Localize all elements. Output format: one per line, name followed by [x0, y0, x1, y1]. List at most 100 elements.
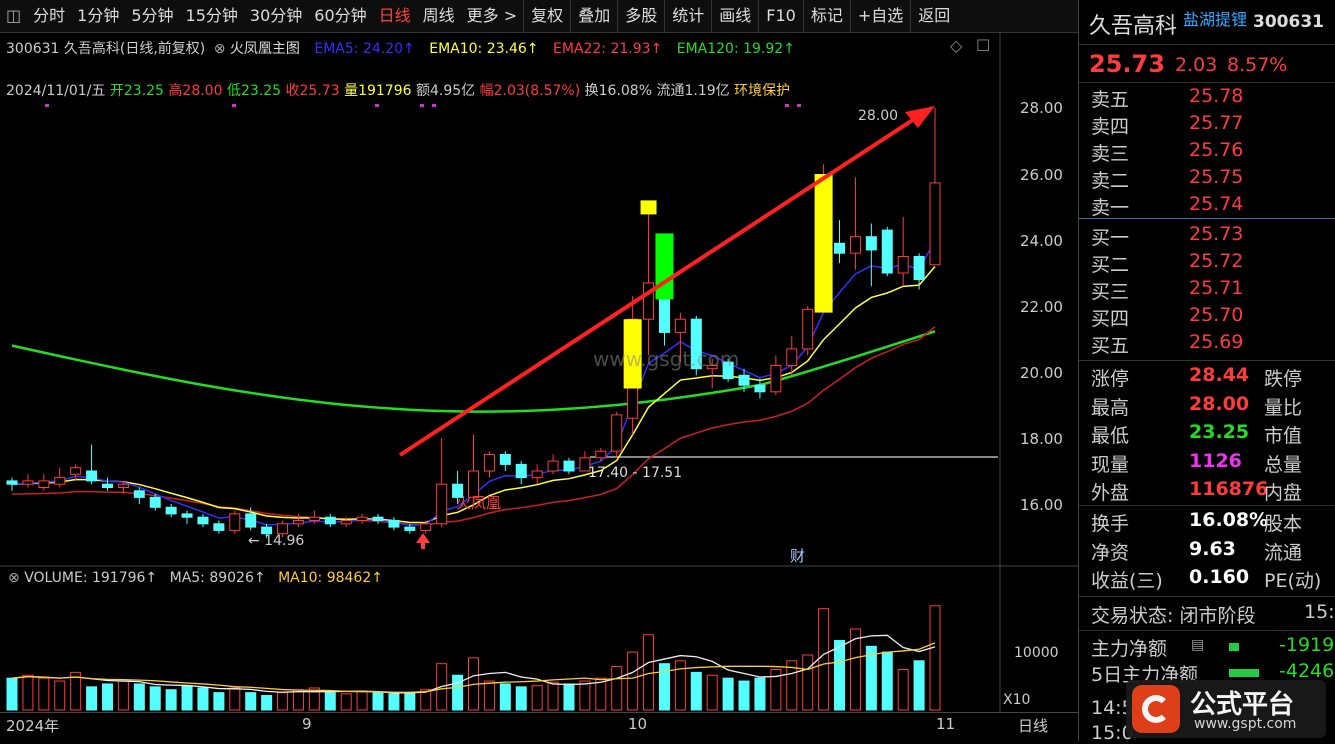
- volume-scale-label: X10: [1003, 692, 1031, 708]
- brand-url: www.gspt.com: [1194, 716, 1297, 732]
- candle-body: [86, 470, 98, 482]
- ask-row[interactable]: 卖二 25.75: [1079, 166, 1335, 193]
- kline-chart[interactable]: [0, 0, 1078, 741]
- finance-marker[interactable]: 财: [790, 545, 805, 566]
- volume-bar: [340, 693, 352, 711]
- volume-bar: [547, 681, 559, 711]
- candle-body: [165, 506, 177, 515]
- ma5-label: MA5: 89026↑: [169, 570, 266, 586]
- order-label: 卖一: [1091, 197, 1130, 219]
- trade-state: 交易状态: 闭市阶段: [1091, 605, 1256, 627]
- order-price: 25.71: [1189, 277, 1244, 299]
- volume-bar: [881, 651, 893, 711]
- order-label: 卖二: [1091, 170, 1130, 192]
- candle-body: [786, 348, 798, 366]
- site-watermark: www.gsgt.com: [593, 347, 740, 371]
- x-label-sep: 9: [302, 715, 312, 733]
- candle-body: [674, 318, 686, 333]
- order-price: 25.73: [1189, 223, 1244, 245]
- candle-body: [22, 480, 34, 485]
- order-label: 买三: [1091, 281, 1130, 303]
- candle-body: [372, 516, 384, 522]
- ema120-line: [11, 330, 936, 413]
- ask-row[interactable]: 卖三 25.76: [1079, 139, 1335, 166]
- order-price: 25.76: [1189, 139, 1244, 161]
- volume-bar: [388, 693, 400, 711]
- event-marker: [232, 104, 236, 107]
- order-label: 卖四: [1091, 116, 1130, 138]
- candle-body: [101, 483, 113, 489]
- high-annotation: 28.00: [858, 108, 899, 124]
- volume-bar: [706, 674, 718, 711]
- order-label: 买一: [1091, 227, 1130, 249]
- volume-bar: [643, 634, 655, 711]
- ask-row[interactable]: 卖五 25.78: [1079, 85, 1335, 112]
- concept-tag[interactable]: 盐湖提锂: [1183, 6, 1247, 30]
- bid-row[interactable]: 买三 25.71: [1079, 277, 1335, 304]
- main5-value: -4246: [1279, 660, 1335, 682]
- ma10-label: MA10: 98462↑: [278, 570, 383, 586]
- bid-row[interactable]: 买一 25.73: [1079, 223, 1335, 250]
- volume-bar: [38, 677, 50, 711]
- candle-body: [436, 483, 448, 525]
- bid-row[interactable]: 买五 25.69: [1079, 331, 1335, 358]
- volume-bar: [627, 651, 639, 711]
- stat-value: 28.00: [1189, 392, 1250, 415]
- volume-bar: [165, 689, 177, 711]
- price-tick: 16.00: [1020, 496, 1063, 514]
- volume-bar: [929, 605, 941, 711]
- main-net-bar: [1229, 643, 1239, 651]
- candle-body: [133, 490, 145, 498]
- volume-bar: [818, 608, 830, 711]
- ask-row[interactable]: 卖四 25.77: [1079, 112, 1335, 139]
- stat-label: 最高: [1091, 396, 1130, 419]
- event-marker: [785, 104, 789, 107]
- volume-bar: [499, 683, 511, 711]
- order-label: 卖五: [1091, 89, 1130, 111]
- order-label: 买五: [1091, 335, 1130, 357]
- x-label-oct: 10: [628, 715, 648, 733]
- candle-body: [356, 516, 368, 522]
- volume-bar: [897, 668, 909, 711]
- main-net-label: 主力净额: [1091, 638, 1168, 660]
- candle-body: [213, 523, 225, 531]
- volume-settings-icon[interactable]: ⊗: [8, 570, 20, 586]
- bid-row[interactable]: 买四 25.70: [1079, 304, 1335, 331]
- brand-logo-icon: [1132, 685, 1180, 733]
- x-axis: 2024年 9 10 11 日线: [0, 712, 1078, 742]
- order-price: 25.69: [1189, 331, 1244, 353]
- volume-bar: [101, 683, 113, 711]
- candle-body: [547, 460, 559, 472]
- volume-bar: [834, 640, 846, 711]
- stat-row: 最高 28.00 量比: [1079, 393, 1335, 420]
- volume-bar: [611, 666, 623, 711]
- candle-body: [324, 516, 336, 525]
- volume-bar: [802, 654, 814, 711]
- stat-label-right: 总量: [1264, 453, 1303, 476]
- last-price: 25.73: [1089, 50, 1165, 78]
- candle-body: [245, 513, 257, 528]
- volume-bar: [292, 689, 304, 711]
- order-price: 25.75: [1189, 166, 1244, 188]
- price-tick: 20.00: [1020, 364, 1063, 382]
- candle-body: [499, 454, 511, 465]
- candle-body: [929, 182, 941, 266]
- support-annotation: 17.40 - 17.51: [588, 465, 683, 481]
- event-marker: [45, 104, 49, 107]
- candle-body: [531, 470, 543, 479]
- volume-bar: [372, 692, 384, 711]
- stat2-label: 收益(三): [1091, 570, 1163, 592]
- brand-badge[interactable]: 公式平台 www.gspt.com: [1126, 680, 1326, 738]
- candle-body: [802, 308, 814, 350]
- period-indicator[interactable]: 日线: [1018, 715, 1048, 736]
- ask-row[interactable]: 卖一 25.74: [1079, 193, 1335, 220]
- list-icon[interactable]: ▤: [1191, 637, 1204, 653]
- phoenix-signal-label: 火凤凰: [456, 494, 502, 512]
- bid-row[interactable]: 买二 25.72: [1079, 250, 1335, 277]
- volume-bar: [531, 685, 543, 711]
- stat2-label-right: 流通: [1264, 541, 1303, 564]
- volume-bar: [197, 687, 209, 711]
- stat2-label: 换手: [1091, 513, 1130, 535]
- volume-bar: [229, 687, 241, 711]
- price-change: 2.03: [1175, 54, 1218, 76]
